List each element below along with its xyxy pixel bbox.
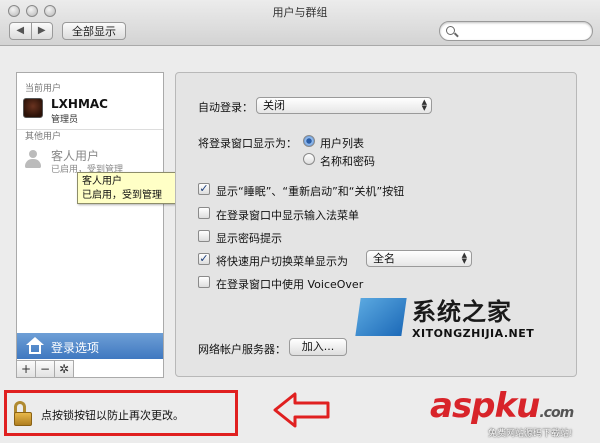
fast-switch-value: 全名 [373,252,395,265]
lock-instruction-text: 点按锁按钮以防止再次更改。 [41,409,184,422]
display-as-label: 将登录窗口显示为： [198,137,297,150]
gear-icon[interactable]: ✲ [54,360,74,378]
auto-login-label: 自动登录： [198,101,253,114]
sidebar-toolbar: + − ✲ [16,360,164,378]
checkbox-sleep-label: 显示“睡眠”、“重新启动”和“关机”按钮 [216,185,405,198]
guest-tooltip: 客人用户 已启用，受到管理 [77,172,189,204]
pointer-arrow-icon [273,392,330,428]
checkbox-sleep-restart-shutdown[interactable]: ✓ [198,183,210,195]
back-button[interactable]: ◀ [10,23,31,39]
sidebar-item-login-options[interactable]: 登录选项 [17,333,163,359]
checkbox-fast-switch-label: 将快速用户切换菜单显示为 [216,255,348,268]
search-icon [446,26,455,35]
checkbox-input-menu[interactable] [198,207,210,219]
watermark-logo-icon [355,298,407,336]
chevron-updown-icon: ▲ ▼ [421,98,427,112]
search-field[interactable] [439,21,593,41]
guest-user-icon [23,149,43,169]
checkbox-password-hints[interactable] [198,230,210,242]
user-sidebar: 当前用户 LXHMAC 管理员 其他用户 客人用户 已启用，受到管理 登录选项 [16,72,164,378]
current-users-header: 当前用户 [25,84,62,94]
fast-switch-select[interactable]: 全名 ▲ ▼ [366,250,472,267]
auto-login-value: 关闭 [263,99,285,112]
watermark-url: XITONGZHIJIA.NET [412,327,535,340]
avatar [23,98,43,118]
add-user-button[interactable]: + [16,360,36,378]
house-icon [26,337,44,354]
remove-user-button[interactable]: − [35,360,55,378]
join-button[interactable]: 加入... [289,338,347,356]
lock-area-highlight: 点按锁按钮以防止再次更改。 [4,390,238,436]
radio-name-password[interactable] [303,153,315,165]
back-forward-control: ◀ ▶ [9,22,53,40]
users-groups-window: 用户与群组 ◀ ▶ 全部显示 当前用户 LXHMAC 管理员 其他用户 客人用户… [0,0,600,443]
checkbox-input-menu-label: 在登录窗口中显示输入法菜单 [216,209,359,222]
checkbox-fast-user-switching[interactable]: ✓ [198,253,210,265]
radio-user-list-label: 用户列表 [320,137,364,150]
title-bar: 用户与群组 ◀ ▶ 全部显示 [0,0,600,46]
watermark-subtitle: 免费网站源码下载站! [488,429,573,439]
radio-name-password-label: 名称和密码 [320,155,375,168]
auto-login-select[interactable]: 关闭 ▲ ▼ [256,97,432,114]
watermark-title: 系统之家 [412,297,512,326]
lock-icon[interactable] [13,401,33,427]
checkbox-voiceover[interactable] [198,276,210,288]
tooltip-line-1: 客人用户 [82,176,122,187]
watermark-brand: aspku.com [430,386,574,426]
checkbox-password-hints-label: 显示密码提示 [216,232,282,245]
window-title: 用户与群组 [272,6,328,19]
checkbox-voiceover-label: 在登录窗口中使用 VoiceOver [216,278,364,291]
current-user-role: 管理员 [51,115,79,125]
watermark-xitongzhijia: 系统之家 XITONGZHIJIA.NET [355,292,548,348]
watermark-aspku: aspku.com 免费网站源码下载站! [430,386,600,443]
chevron-updown-icon: ▲ ▼ [461,251,467,265]
other-users-header: 其他用户 [25,132,62,142]
show-all-button[interactable]: 全部显示 [62,22,126,40]
radio-user-list[interactable] [303,135,315,147]
tooltip-line-2: 已启用，受到管理 [82,190,162,201]
current-user-name[interactable]: LXHMAC [51,97,108,111]
login-options-label: 登录选项 [51,341,100,355]
forward-button[interactable]: ▶ [32,23,53,39]
network-server-label: 网络帐户服务器： [198,343,286,356]
